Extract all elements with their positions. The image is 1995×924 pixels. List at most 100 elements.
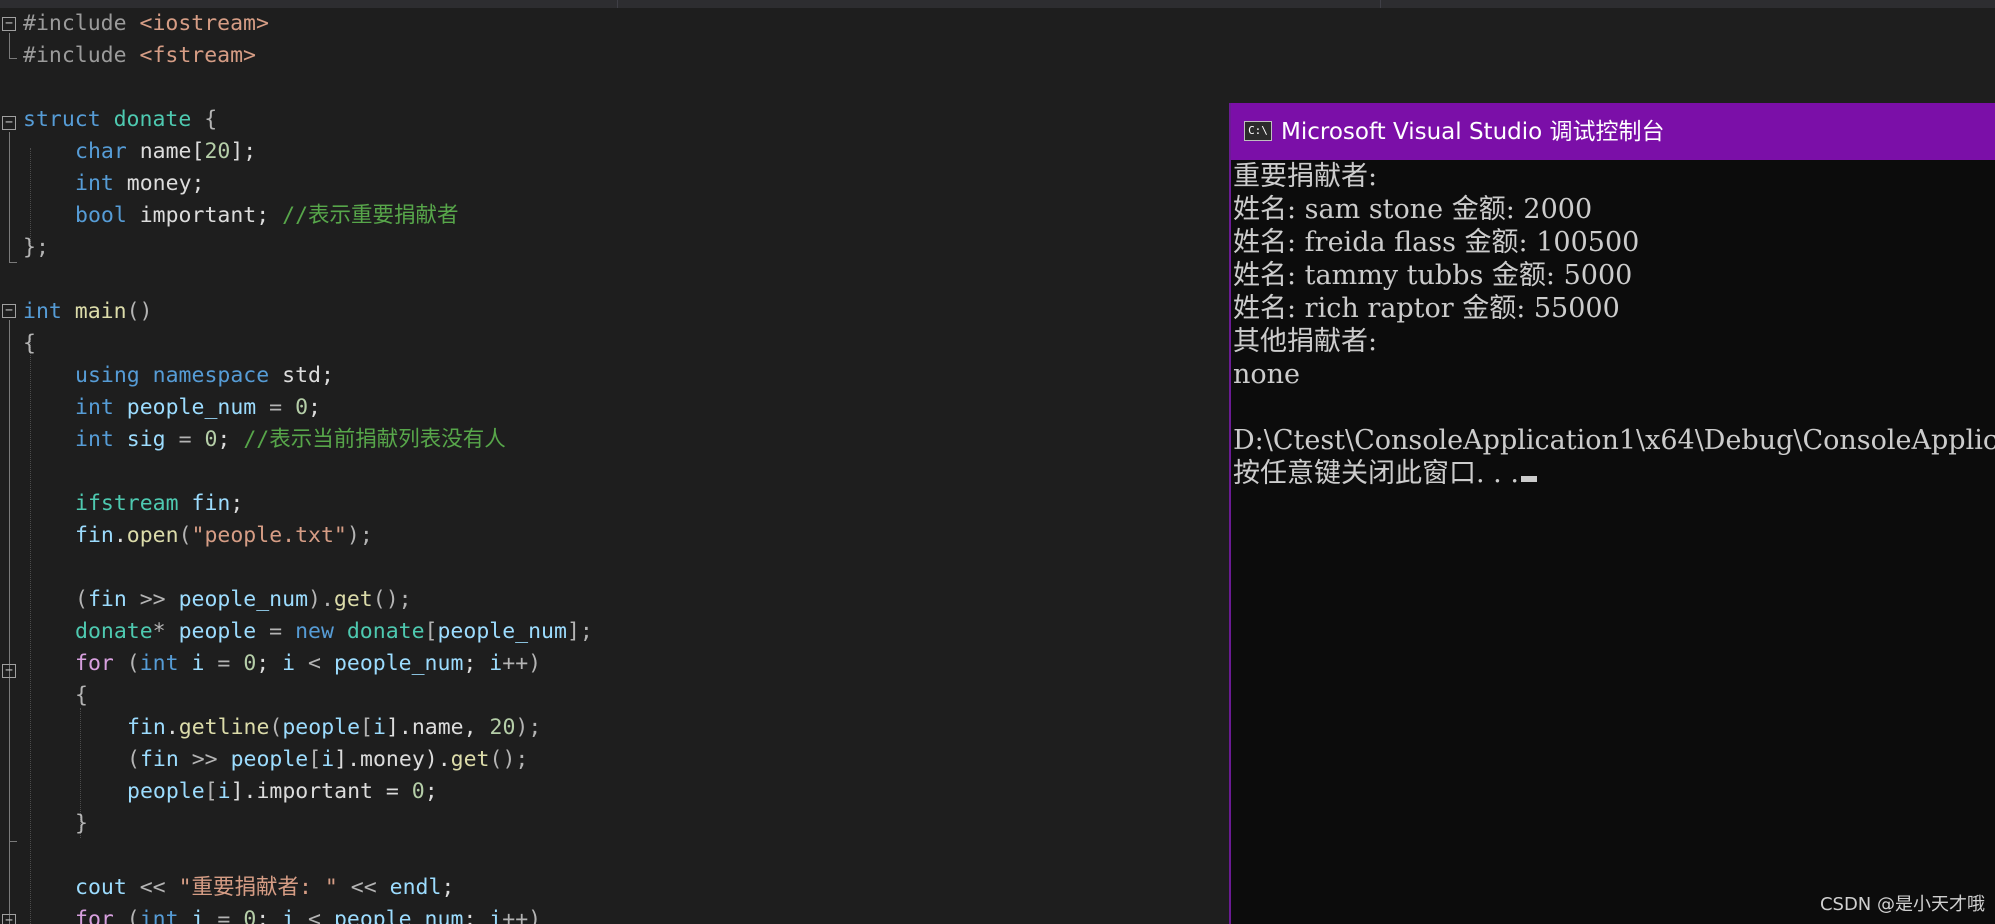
code-token: ; xyxy=(463,907,490,924)
code-token: 0 xyxy=(295,395,309,420)
code-token: main xyxy=(74,299,127,324)
console-title-bar[interactable]: C:\ Microsoft Visual Studio 调试控制台 xyxy=(1231,103,1995,160)
code-token: (); xyxy=(372,587,412,612)
code-token: i xyxy=(191,907,205,924)
code-token: bool xyxy=(75,203,127,228)
code-line-23[interactable]: fin.getline(people[i].name, 20); xyxy=(127,712,541,744)
code-token: people_num xyxy=(333,907,464,924)
console-output-line: 其他捐献者: xyxy=(1233,326,1378,357)
code-token: open xyxy=(126,523,179,548)
code-token: new xyxy=(295,619,347,644)
code-token: 20 xyxy=(204,139,231,164)
console-output-line: none xyxy=(1233,359,1301,390)
code-token: get xyxy=(450,747,490,772)
code-line-12[interactable]: using namespace std; xyxy=(75,360,334,392)
code-token: ; xyxy=(217,427,244,452)
code-line-7[interactable]: bool important; //表示重要捐献者 xyxy=(75,200,459,232)
collapse-toggle-icon[interactable]: − xyxy=(2,664,16,678)
code-line-24[interactable]: (fin >> people[i].money).get(); xyxy=(127,744,528,776)
code-line-4[interactable]: struct donate { xyxy=(23,104,217,136)
code-token: = xyxy=(256,395,296,420)
code-line-21[interactable]: for (int i = 0; i < people_num; i++) xyxy=(75,648,541,680)
console-output-line: 重要捐献者: xyxy=(1233,161,1378,192)
collapse-toggle-icon[interactable]: − xyxy=(2,116,16,130)
collapse-toggle-icon[interactable]: − xyxy=(2,914,16,924)
code-token: 0 xyxy=(411,779,425,804)
code-token: struct xyxy=(23,107,114,132)
code-token: ]; xyxy=(230,139,257,164)
code-token: < xyxy=(295,907,334,924)
code-line-2[interactable]: #include <fstream> xyxy=(23,40,256,72)
code-line-17[interactable]: fin.open("people.txt"); xyxy=(75,520,373,552)
code-token: people_num xyxy=(178,587,309,612)
code-token: for xyxy=(75,907,127,924)
code-token: << xyxy=(126,875,179,900)
collapse-toggle-icon[interactable]: − xyxy=(2,304,16,318)
code-line-16[interactable]: ifstream fin; xyxy=(75,488,243,520)
code-line-13[interactable]: int people_num = 0; xyxy=(75,392,321,424)
code-token: ; xyxy=(230,491,244,516)
code-line-29[interactable]: for (int i = 0; i < people_num; i++) xyxy=(75,904,541,924)
code-token: char xyxy=(75,139,127,164)
code-token: ( xyxy=(126,651,140,676)
code-line-1[interactable]: #include <iostream> xyxy=(23,8,269,40)
code-token: 20 xyxy=(489,715,516,740)
console-output[interactable]: 重要捐献者: 姓名: sam stone 金额: 2000 姓名: freida… xyxy=(1233,160,1995,924)
code-token: ].money). xyxy=(334,747,451,772)
code-token: ].name, xyxy=(385,715,490,740)
fold-guide xyxy=(9,33,10,58)
code-token: ; xyxy=(256,907,283,924)
code-line-8[interactable]: }; xyxy=(23,232,49,264)
code-line-22[interactable]: { xyxy=(75,680,88,712)
code-token: fin xyxy=(127,715,166,740)
code-token: getline xyxy=(178,715,270,740)
code-line-10[interactable]: int main() xyxy=(23,296,152,328)
code-token: = xyxy=(204,907,244,924)
code-token: ; xyxy=(424,779,438,804)
code-token: ; xyxy=(256,651,283,676)
collapse-toggle-icon[interactable]: − xyxy=(2,17,16,31)
console-output-line: 姓名: freida flass 金额: 100500 xyxy=(1233,227,1640,258)
code-token: important; xyxy=(126,203,283,228)
code-token: i xyxy=(282,651,296,676)
code-token: [ xyxy=(204,779,218,804)
code-line-20[interactable]: donate* people = new donate[people_num]; xyxy=(75,616,593,648)
code-token: { xyxy=(191,107,218,132)
code-token: i xyxy=(282,907,296,924)
code-token: namespace xyxy=(152,363,283,388)
code-token: ++) xyxy=(502,907,542,924)
debug-console-window[interactable]: C:\ Microsoft Visual Studio 调试控制台 重要捐献者:… xyxy=(1229,103,1995,924)
console-prompt-text: 按任意键关闭此窗口. . . xyxy=(1233,458,1519,489)
code-token: i xyxy=(372,715,386,740)
code-line-6[interactable]: int money; xyxy=(75,168,204,200)
code-line-11[interactable]: { xyxy=(23,328,36,360)
code-token: people xyxy=(127,779,205,804)
code-token: int xyxy=(139,651,192,676)
code-token: std xyxy=(282,363,321,388)
code-token: i xyxy=(489,907,503,924)
code-line-26[interactable]: } xyxy=(75,808,88,840)
code-token: { xyxy=(23,331,36,356)
code-string: "people.txt" xyxy=(191,523,347,548)
code-token: people_num xyxy=(333,651,464,676)
code-token: ); xyxy=(515,715,542,740)
code-line-25[interactable]: people[i].important = 0; xyxy=(127,776,438,808)
code-token: fin xyxy=(139,747,179,772)
code-token: . xyxy=(165,715,179,740)
code-editor[interactable]: − − − − − #include <iostream> #include <… xyxy=(0,8,1230,924)
code-token: get xyxy=(333,587,373,612)
code-line-5[interactable]: char name[20]; xyxy=(75,136,256,168)
code-token: people_num xyxy=(437,619,567,644)
code-token: people xyxy=(282,715,361,740)
code-token: ; xyxy=(463,651,490,676)
code-line-14[interactable]: int sig = 0; //表示当前捐献列表没有人 xyxy=(75,424,506,456)
code-token: ; xyxy=(308,395,321,420)
code-line-28[interactable]: cout << "重要捐献者: " << endl; xyxy=(75,872,454,904)
watermark: CSDN @是小天才哦 xyxy=(1819,894,1985,915)
code-token: <fstream> xyxy=(139,43,257,68)
code-line-19[interactable]: (fin >> people_num).get(); xyxy=(75,584,412,616)
code-token: [ xyxy=(308,747,322,772)
code-string: "重要捐献者: " xyxy=(178,875,338,900)
text-cursor xyxy=(1520,476,1537,482)
code-token: } xyxy=(75,811,88,836)
